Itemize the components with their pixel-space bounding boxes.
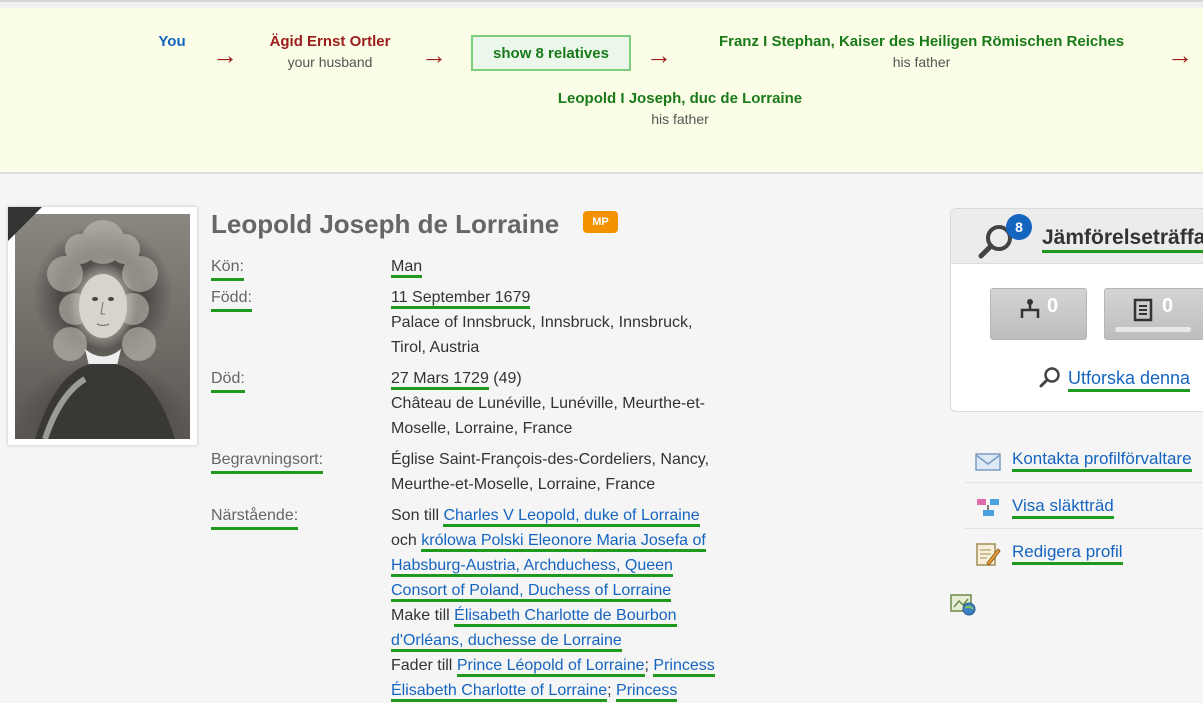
born-value: 11 September 1679 Palace of Innsbruck, I… bbox=[391, 285, 692, 360]
sidebar-separator bbox=[965, 482, 1203, 483]
burial-value: Église Saint-François-des-Cordeliers, Na… bbox=[391, 447, 709, 497]
child-link-princess[interactable]: Princess bbox=[653, 657, 715, 677]
profile-name: Leopold Joseph de Lorraine bbox=[211, 209, 560, 239]
child-separator: ; bbox=[644, 657, 649, 674]
mother-link-line2[interactable]: Habsburg-Austria, Archduchess, Queen bbox=[391, 557, 673, 577]
matches-title[interactable]: Jämförelseträffar bbox=[1042, 226, 1203, 253]
path-arrow: → bbox=[646, 40, 672, 70]
tree-matches-count: 0 bbox=[1047, 295, 1059, 317]
relatives-value: Son till Charles V Leopold, duke of Lorr… bbox=[391, 503, 715, 703]
gender-value-text: Man bbox=[391, 258, 423, 278]
portrait-illustration bbox=[35, 220, 175, 440]
path-arrow: → bbox=[421, 40, 447, 70]
search-icon bbox=[1039, 367, 1060, 388]
profile-photo-frame[interactable] bbox=[8, 207, 197, 445]
view-family-tree-link[interactable]: Visa släktträd bbox=[1012, 496, 1114, 519]
father2-role: his father bbox=[651, 111, 709, 127]
family-tree-icon bbox=[977, 499, 999, 516]
died-date: 27 Mars 1729 bbox=[391, 370, 489, 390]
died-label: Död: bbox=[211, 369, 245, 393]
wife-link-line2[interactable]: d'Orléans, duchesse de Lorraine bbox=[391, 632, 622, 652]
mother-link-line1[interactable]: królowa Polski Eleonore Maria Josefa of bbox=[421, 532, 706, 552]
father-of-text: Fader till bbox=[391, 657, 453, 674]
born-place-line1: Palace of Innsbruck, Innsbruck, Innsbruc… bbox=[391, 314, 693, 331]
born-label: Född: bbox=[211, 288, 252, 312]
relationship-path-banner: You → Ägid Ernst Ortler your husband → s… bbox=[0, 0, 1203, 174]
born-place-line2: Tirol, Austria bbox=[391, 339, 480, 356]
died-place-line1: Château de Lunéville, Lunéville, Meurthe… bbox=[391, 395, 705, 412]
profile-photo[interactable] bbox=[15, 214, 190, 440]
path-node-father2[interactable]: Leopold I Joseph, duc de Lorraine his fa… bbox=[530, 90, 830, 127]
path-arrow: → bbox=[212, 40, 238, 70]
record-matches-button[interactable]: 0 bbox=[1104, 288, 1203, 340]
wife-link-line1[interactable]: Élisabeth Charlotte de Bourbon bbox=[454, 607, 677, 627]
child-separator: ; bbox=[607, 682, 612, 699]
record-progress-track bbox=[1115, 327, 1191, 332]
tree-icon bbox=[1020, 299, 1040, 318]
child-link-elisabeth[interactable]: Élisabeth Charlotte of Lorraine bbox=[391, 682, 608, 702]
map-globe-icon[interactable] bbox=[950, 593, 977, 616]
you-link[interactable]: You bbox=[150, 33, 194, 50]
deceased-ribbon bbox=[8, 207, 42, 241]
tree-matches-button[interactable]: 0 bbox=[990, 288, 1087, 340]
path-arrow: → bbox=[1167, 40, 1193, 70]
relatives-label: Närstående: bbox=[211, 506, 299, 530]
burial-line1: Église Saint-François-des-Cordeliers, Na… bbox=[391, 451, 710, 468]
died-age: (49) bbox=[493, 370, 522, 387]
path-node-father1[interactable]: Franz I Stephan, Kaiser des Heiligen Röm… bbox=[690, 33, 1153, 70]
matches-count-badge: 8 bbox=[1006, 214, 1032, 240]
father2-name-link[interactable]: Leopold I Joseph, duc de Lorraine bbox=[530, 90, 830, 107]
died-place-line2: Moselle, Lorraine, France bbox=[391, 420, 573, 437]
gender-value: Man bbox=[391, 254, 423, 279]
contact-manager-link[interactable]: Kontakta profilförvaltare bbox=[1012, 449, 1192, 472]
banner-top-shade bbox=[0, 2, 1203, 8]
mother-link-line3[interactable]: Consort of Poland, Duchess of Lorraine bbox=[391, 582, 672, 602]
edit-profile-icon bbox=[976, 543, 1001, 566]
path-node-you[interactable]: You bbox=[150, 33, 194, 50]
edit-profile-link[interactable]: Redigera profil bbox=[1012, 542, 1123, 565]
and-text: och bbox=[391, 532, 417, 549]
child-link-princess-2[interactable]: Princess bbox=[616, 682, 678, 702]
burial-label: Begravningsort: bbox=[211, 450, 324, 474]
matches-header[interactable]: 8 Jämförelseträffar bbox=[951, 209, 1203, 264]
record-matches-count: 0 bbox=[1162, 295, 1174, 317]
father-link[interactable]: Charles V Leopold, duke of Lorraine bbox=[443, 507, 700, 527]
gender-label: Kön: bbox=[211, 257, 244, 281]
son-of-text: Son till bbox=[391, 507, 440, 524]
husband-name-link[interactable]: Ägid Ernst Ortler bbox=[255, 33, 405, 50]
born-date: 11 September 1679 bbox=[391, 289, 531, 309]
show-relatives-button[interactable]: show 8 relatives bbox=[471, 35, 631, 71]
explore-link[interactable]: Utforska denna bbox=[1068, 368, 1191, 392]
path-node-husband[interactable]: Ägid Ernst Ortler your husband bbox=[255, 33, 405, 70]
father1-name-link[interactable]: Franz I Stephan, Kaiser des Heiligen Röm… bbox=[690, 33, 1153, 50]
died-value: 27 Mars 1729 (49) Château de Lunéville, … bbox=[391, 366, 705, 441]
child-link-leopold[interactable]: Prince Léopold of Lorraine bbox=[456, 657, 645, 677]
envelope-icon bbox=[975, 453, 1001, 471]
managed-profile-badge[interactable]: MP bbox=[583, 211, 618, 233]
husband-of-text: Make till bbox=[391, 607, 450, 624]
burial-line2: Meurthe-et-Moselle, Lorraine, France bbox=[391, 476, 656, 493]
document-icon bbox=[1133, 298, 1153, 322]
husband-role: your husband bbox=[287, 54, 373, 70]
father1-role: his father bbox=[892, 54, 951, 70]
sidebar-separator bbox=[965, 528, 1203, 529]
